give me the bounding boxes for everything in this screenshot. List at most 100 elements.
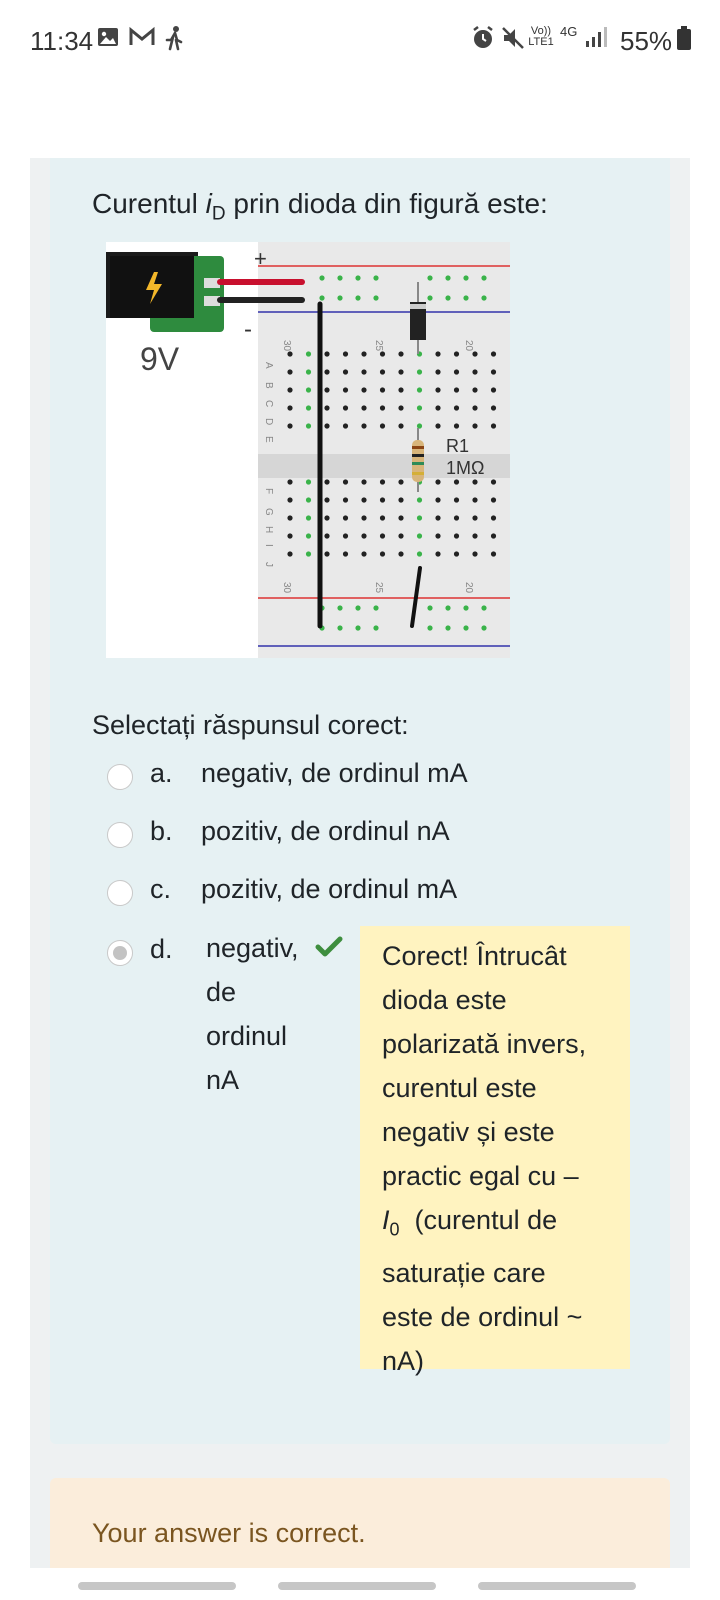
radio-c[interactable] [107, 880, 133, 906]
breadboard-hole [481, 605, 487, 611]
option-text-b: pozitiv, de ordinul nA [201, 816, 450, 846]
resistor-name: R1 [446, 436, 469, 456]
breadboard-hole [463, 605, 469, 611]
row-label-j: J [263, 562, 274, 567]
breadboard-hole [398, 515, 404, 521]
breadboard-hole [435, 497, 441, 503]
breadboard-hole [324, 387, 330, 393]
breadboard-hole [453, 533, 460, 539]
navigation-bar [0, 1568, 720, 1600]
breadboard-hole [398, 497, 404, 503]
breadboard-hole [453, 515, 460, 521]
radio-b[interactable] [107, 822, 133, 848]
breadboard-hole [472, 479, 478, 485]
breadboard-hole [361, 551, 367, 557]
breadboard-hole [361, 515, 367, 521]
radio-a[interactable] [107, 764, 133, 790]
breadboard-hole [453, 497, 460, 503]
breadboard-hole [342, 369, 349, 375]
radio-d[interactable] [107, 940, 133, 966]
breadboard-hole [398, 351, 404, 357]
breadboard-hole [379, 387, 386, 393]
breadboard-hole [445, 295, 451, 301]
breadboard-hole [379, 497, 386, 503]
breadboard-hole [342, 515, 349, 521]
breadboard-hole [337, 275, 343, 281]
breadboard-hole [398, 387, 404, 393]
option-letter-a: a. [150, 758, 173, 788]
breadboard-hole [398, 405, 404, 411]
breadboard-hole [355, 275, 361, 281]
breadboard-hole [361, 405, 367, 411]
breadboard-hole [490, 551, 497, 557]
breadboard-hole [373, 295, 379, 301]
breadboard-hole [445, 625, 451, 631]
question-text: Curentul iD prin dioda din figură este: [92, 188, 548, 225]
breadboard-hole [342, 387, 349, 393]
breadboard-hole [453, 405, 460, 411]
option-text-c: pozitiv, de ordinul mA [201, 874, 458, 904]
breadboard-hole [287, 387, 293, 393]
battery-percent: 55% [620, 26, 673, 56]
minus-sign: - [244, 316, 252, 343]
breadboard-hole [398, 479, 404, 485]
breadboard-hole [472, 533, 478, 539]
breadboard-hole [361, 479, 367, 485]
breadboard-hole [490, 533, 497, 539]
breadboard-hole [287, 405, 293, 411]
breadboard-hole [416, 387, 423, 393]
network-type: 4G [560, 24, 578, 39]
breadboard-hole [379, 551, 386, 557]
breadboard-hole [361, 387, 367, 393]
breadboard-hole [324, 479, 330, 485]
nav-pill-left[interactable] [78, 1582, 236, 1590]
breadboard-hole [472, 387, 478, 393]
breadboard-hole [324, 515, 330, 521]
breadboard-hole [379, 533, 386, 539]
col-label-30-bottom: 30 [281, 582, 292, 594]
breadboard-hole [361, 533, 367, 539]
breadboard-hole [305, 497, 312, 503]
breadboard-hole [398, 551, 404, 557]
breadboard-hole [337, 625, 343, 631]
breadboard-hole [427, 625, 433, 631]
breadboard-hole [287, 551, 293, 557]
breadboard-hole [398, 369, 404, 375]
breadboard-hole [453, 423, 460, 429]
breadboard-hole [361, 369, 367, 375]
breadboard-hole [490, 515, 497, 521]
breadboard-hole [324, 551, 330, 557]
resistor-value: 1MΩ [446, 458, 484, 478]
breadboard-hole [472, 369, 478, 375]
breadboard-hole [472, 551, 478, 557]
option-letter-b: b. [150, 816, 173, 846]
option-letter-d: d. [150, 934, 173, 964]
breadboard-hole [287, 423, 293, 429]
breadboard-hole [453, 387, 460, 393]
breadboard-hole [398, 423, 404, 429]
breadboard-hole [319, 275, 325, 281]
breadboard-hole [435, 369, 441, 375]
breadboard-hole [453, 551, 460, 557]
breadboard-hole [361, 423, 367, 429]
breadboard-hole [435, 515, 441, 521]
breadboard-hole [463, 275, 469, 281]
breadboard-hole [305, 351, 312, 357]
nav-pill-center[interactable] [278, 1582, 436, 1590]
breadboard-hole [337, 605, 343, 611]
nav-pill-right[interactable] [478, 1582, 636, 1590]
breadboard-hole [355, 625, 361, 631]
breadboard-hole [472, 351, 478, 357]
circuit-figure: + - 30 25 20 30 25 20 A B C D E F G H I … [106, 242, 510, 658]
breadboard-hole [490, 423, 497, 429]
breadboard-hole [463, 295, 469, 301]
breadboard-hole [416, 533, 423, 539]
option-letter-c: c. [150, 874, 172, 904]
breadboard-hole [490, 405, 497, 411]
breadboard-hole [324, 497, 330, 503]
breadboard-hole [416, 497, 423, 503]
breadboard-hole [435, 351, 441, 357]
breadboard-hole [453, 369, 460, 375]
gmail-icon [128, 25, 156, 54]
battery-icon [676, 26, 692, 57]
